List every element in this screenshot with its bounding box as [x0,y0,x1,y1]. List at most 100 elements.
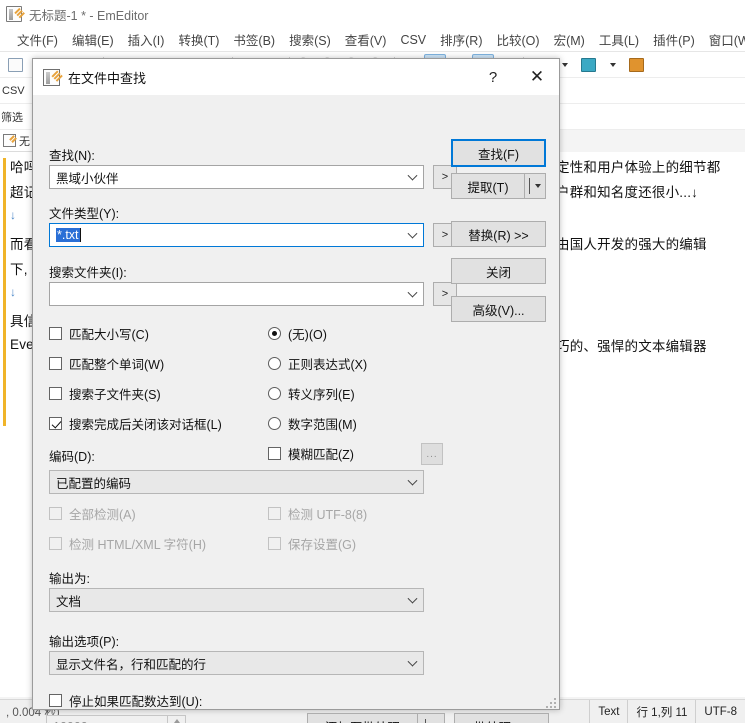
menu-view[interactable]: 查看(V) [338,28,394,51]
radio-escape-sequence[interactable]: 转义序列(E) [268,384,355,403]
radio-number-range[interactable]: 数字范围(M) [268,414,357,433]
status-caret-position[interactable]: 行 1,列 11 [627,699,695,723]
replace-button[interactable]: 替换(R) >> [451,221,546,247]
dialog-titlebar: 在文件中查找 ? ✕ [33,59,559,95]
output-options-value: 显示文件名，行和匹配的行 [56,657,207,672]
batch-button[interactable]: 批处理 >> [454,713,549,723]
window-title: 无标题-1 * - EmEditor [29,8,149,23]
chevron-down-icon[interactable] [407,170,418,181]
match-case-label: 匹配大小写(C) [69,328,149,342]
menu-plugins[interactable]: 插件(P) [646,28,702,51]
chevron-down-icon[interactable] [407,287,418,298]
menu-file[interactable]: 文件(F) [10,28,65,51]
menu-bookmark[interactable]: 书签(B) [226,28,282,51]
extract-button[interactable]: 提取(T) [451,173,524,199]
detect-utf8-checkbox: 检测 UTF-8(8) [268,504,367,523]
macro-icon[interactable] [577,54,599,75]
add-to-batch-button[interactable]: 添加至批处理 [307,713,417,723]
folder-input[interactable] [49,282,424,306]
find-input-value: 黑域小伙伴 [56,171,119,186]
match-case-checkbox[interactable]: 匹配大小写(C) [49,324,149,343]
help-icon[interactable]: ? [471,59,515,95]
checkbox-box [49,357,62,370]
extract-dropdown-button[interactable] [524,173,546,199]
status-encoding[interactable]: UTF-8 [695,699,745,723]
menu-tools[interactable]: 工具(L) [592,28,646,51]
menu-edit[interactable]: 编辑(E) [65,28,121,51]
fuzzy-match-label: 模糊匹配(Z) [288,448,354,462]
add-to-batch-dropdown-button[interactable] [417,713,445,723]
save-settings-label: 保存设置(G) [288,538,357,552]
close-after-search-checkbox[interactable]: 搜索完成后关闭该对话框(L) [49,414,222,433]
menu-insert[interactable]: 插入(I) [121,28,172,51]
document-tab-icon [3,134,16,147]
close-button[interactable]: 关闭 [451,258,546,284]
find-button[interactable]: 查找(F) [451,139,546,167]
output-as-select[interactable]: 文档 [49,588,424,612]
detect-all-checkbox: 全部检测(A) [49,504,136,523]
output-as-value: 文档 [56,594,82,609]
find-label: 查找(N): [49,149,95,163]
match-whole-word-checkbox[interactable]: 匹配整个单词(W) [49,354,164,373]
stepper-buttons[interactable] [167,716,185,723]
chevron-down-icon [535,184,541,188]
close-after-search-label: 搜索完成后关闭该对话框(L) [69,418,222,432]
split-divider [529,178,530,194]
editor-right-line-1: 定性和用户体验上的细节都 [556,160,721,175]
menu-search[interactable]: 搜索(S) [282,28,338,51]
find-in-files-dialog: 在文件中查找 ? ✕ 查找(N): 黑域小伙伴 > 文件类型(Y): *.txt… [32,58,560,723]
macro-dropdown-icon[interactable] [601,54,623,75]
detect-html-xml-label: 检测 HTML/XML 字符(H) [69,538,207,552]
filetype-input-value: *.txt [56,228,80,242]
status-filetype[interactable]: Text [589,699,627,723]
radio-escape-sequence-label: 转义序列(E) [288,388,355,402]
editor-right-line-4: 巧的、强悍的文本编辑器 [556,339,707,354]
output-options-label: 输出选项(P): [49,635,120,649]
search-subfolders-checkbox[interactable]: 搜索子文件夹(S) [49,384,161,403]
find-input[interactable]: 黑域小伙伴 [49,165,424,189]
chevron-down-icon[interactable] [407,593,418,604]
menu-macro[interactable]: 宏(M) [547,28,592,51]
fuzzy-match-checkbox[interactable]: 模糊匹配(Z) [268,444,354,463]
menu-sort[interactable]: 排序(R) [433,28,489,51]
chevron-down-icon[interactable] [407,656,418,667]
search-subfolders-label: 搜索子文件夹(S) [69,388,161,402]
output-options-select[interactable]: 显示文件名，行和匹配的行 [49,651,424,675]
split-divider [425,718,426,723]
checkbox-box [49,537,62,550]
menu-compare[interactable]: 比较(O) [490,28,547,51]
editor-right-line-3: 由国人开发的强大的编辑 [556,237,707,252]
radio-none-label: (无)(O) [288,328,327,342]
menu-window[interactable]: 窗口(W [702,28,745,51]
plugins-icon[interactable] [625,54,647,75]
encoding-select[interactable]: 已配置的编码 [49,470,424,494]
editor-line-5: 下, [10,262,28,277]
save-settings-checkbox: 保存设置(G) [268,534,356,553]
resize-grip[interactable] [544,696,556,708]
document-tab-label: 无 [19,135,30,148]
editor-right-line-2: 户群和知名度还很小...↓ [556,185,699,200]
radio-circle [268,387,281,400]
checkbox-box [49,694,62,707]
filter-toolbar-label: 筛选 [1,112,23,124]
chevron-down-icon[interactable] [407,228,418,239]
close-icon[interactable]: ✕ [515,59,559,95]
advanced-button[interactable]: 高级(V)... [451,296,546,322]
max-matches-stepper[interactable]: 10000 [46,715,186,723]
chevron-down-icon[interactable] [407,475,418,486]
radio-none[interactable]: (无)(O) [268,324,327,343]
menu-convert[interactable]: 转换(T) [171,28,226,51]
editor-line-6: ↓ [10,285,17,299]
new-file-icon[interactable] [4,54,26,75]
radio-regex[interactable]: 正则表达式(X) [268,354,367,373]
checkbox-box [268,507,281,520]
checkbox-box [49,327,62,340]
menu-csv[interactable]: CSV [393,31,433,49]
checkbox-box [49,387,62,400]
dialog-body: 查找(N): 黑域小伙伴 > 文件类型(Y): *.txt > 搜索文件夹(I)… [33,95,559,723]
encoding-label: 编码(D): [49,450,95,464]
stop-if-matches-checkbox[interactable]: 停止如果匹配数达到(U): [49,691,202,710]
stepper-up-icon[interactable] [168,716,185,723]
filetype-input[interactable]: *.txt [49,223,424,247]
editor-line-8: Eve [10,337,34,352]
